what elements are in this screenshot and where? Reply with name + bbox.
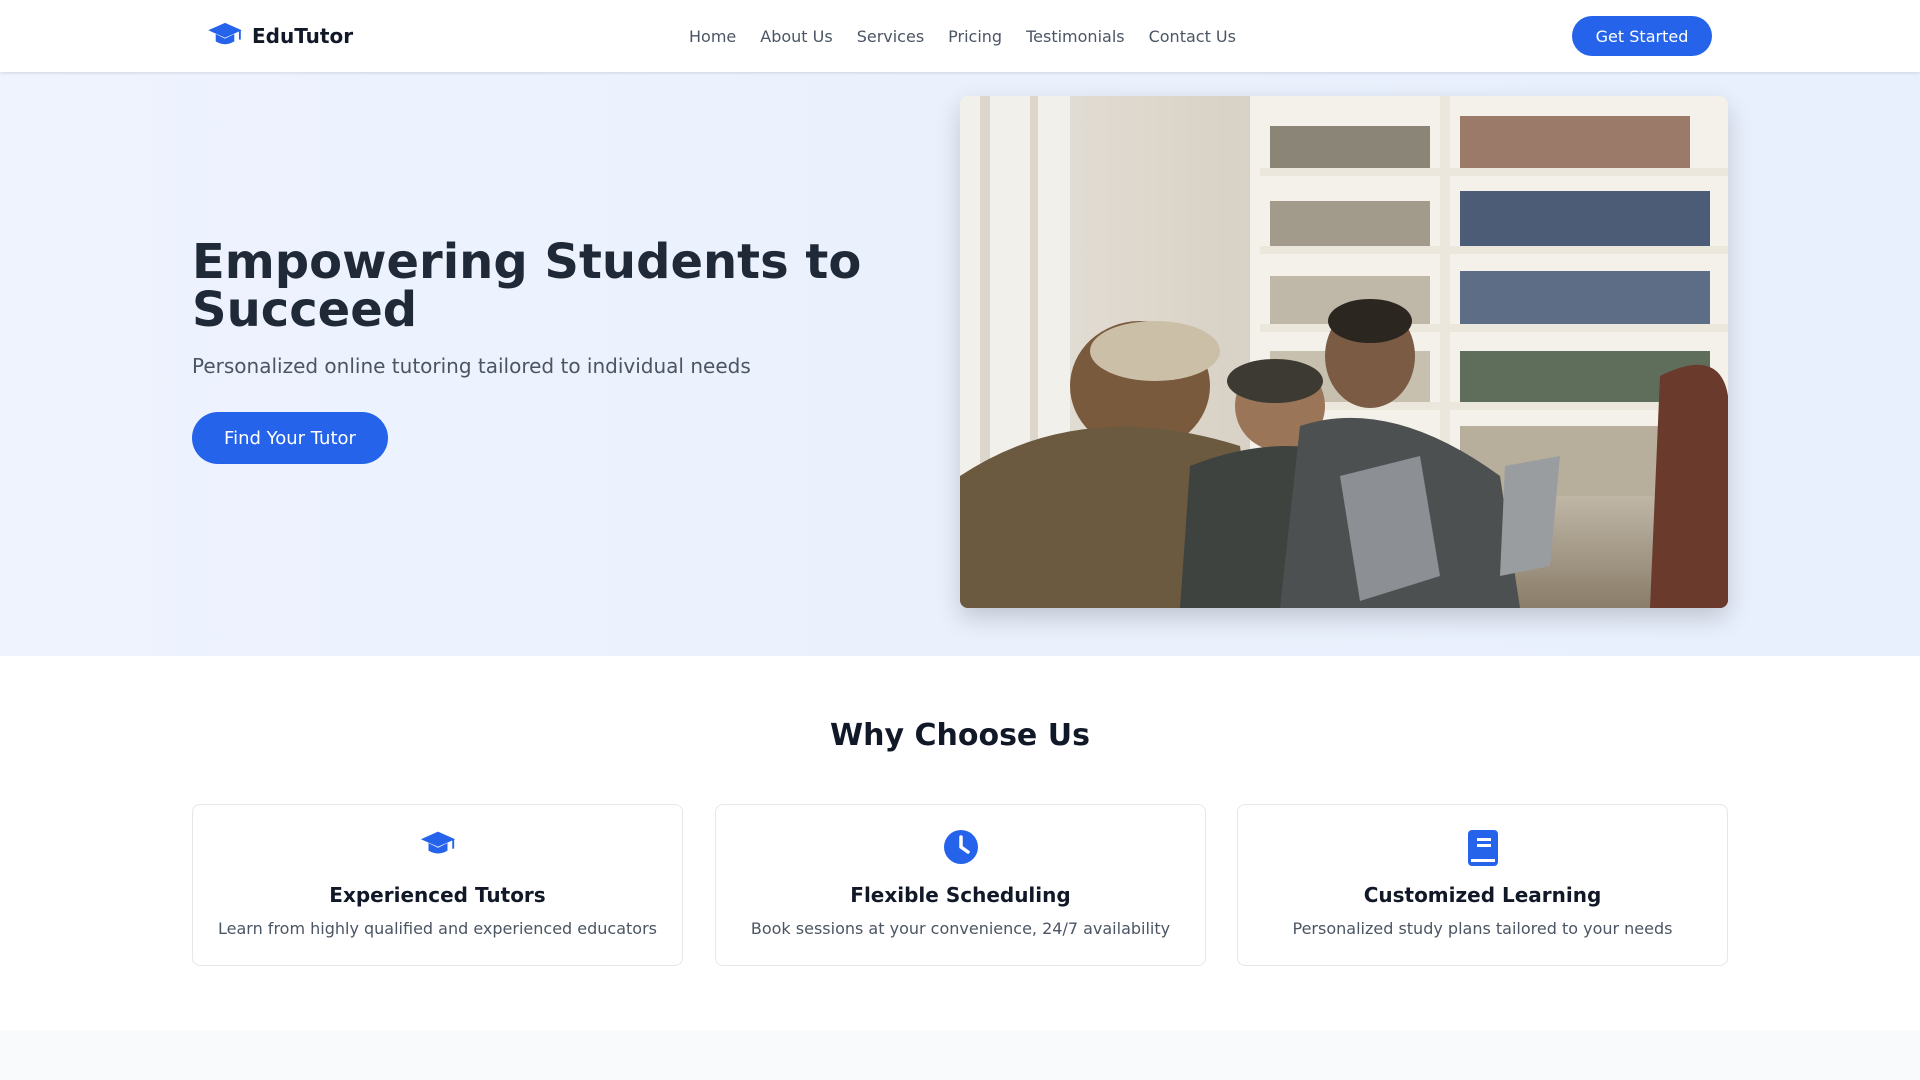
book-icon <box>1238 829 1727 867</box>
brand-name: EduTutor <box>252 24 354 48</box>
nav-link-pricing[interactable]: Pricing <box>948 27 1002 46</box>
feature-title: Experienced Tutors <box>329 883 546 907</box>
navbar: EduTutor Home About Us Services Pricing … <box>0 0 1920 72</box>
feature-card-customized-learning: Customized Learning Personalized study p… <box>1237 804 1728 966</box>
nav-links: Home About Us Services Pricing Testimoni… <box>689 0 1236 72</box>
nav-link-testimonials[interactable]: Testimonials <box>1026 27 1125 46</box>
features-section: Why Choose Us Experienced Tutors Learn f… <box>0 656 1920 1030</box>
nav-link-home[interactable]: Home <box>689 27 736 46</box>
graduation-cap-icon <box>193 829 682 857</box>
clock-icon <box>716 829 1205 865</box>
get-started-button[interactable]: Get Started <box>1572 16 1712 56</box>
graduation-cap-icon <box>206 21 244 51</box>
hero-photo <box>960 96 1728 608</box>
nav-link-services[interactable]: Services <box>857 27 924 46</box>
feature-title: Customized Learning <box>1363 883 1602 907</box>
brand-logo[interactable]: EduTutor <box>206 0 353 72</box>
feature-card-flexible-scheduling: Flexible Scheduling Book sessions at you… <box>715 804 1206 966</box>
feature-title: Flexible Scheduling <box>850 883 1071 907</box>
section-title: Why Choose Us <box>830 718 1090 753</box>
find-your-tutor-button[interactable]: Find Your Tutor <box>192 412 388 464</box>
hero-subtitle: Personalized online tutoring tailored to… <box>192 354 751 378</box>
hero-section: Empowering Students to Succeed Personali… <box>0 72 1920 656</box>
feature-card-experienced-tutors: Experienced Tutors Learn from highly qua… <box>192 804 683 966</box>
nav-link-contact-us[interactable]: Contact Us <box>1149 27 1236 46</box>
next-section-band <box>0 1030 1920 1080</box>
hero-title: Empowering Students to Succeed <box>192 234 862 338</box>
feature-description: Book sessions at your convenience, 24/7 … <box>750 919 1171 938</box>
feature-description: Personalized study plans tailored to you… <box>1292 919 1673 938</box>
nav-link-about-us[interactable]: About Us <box>760 27 832 46</box>
feature-description: Learn from highly qualified and experien… <box>218 919 657 938</box>
